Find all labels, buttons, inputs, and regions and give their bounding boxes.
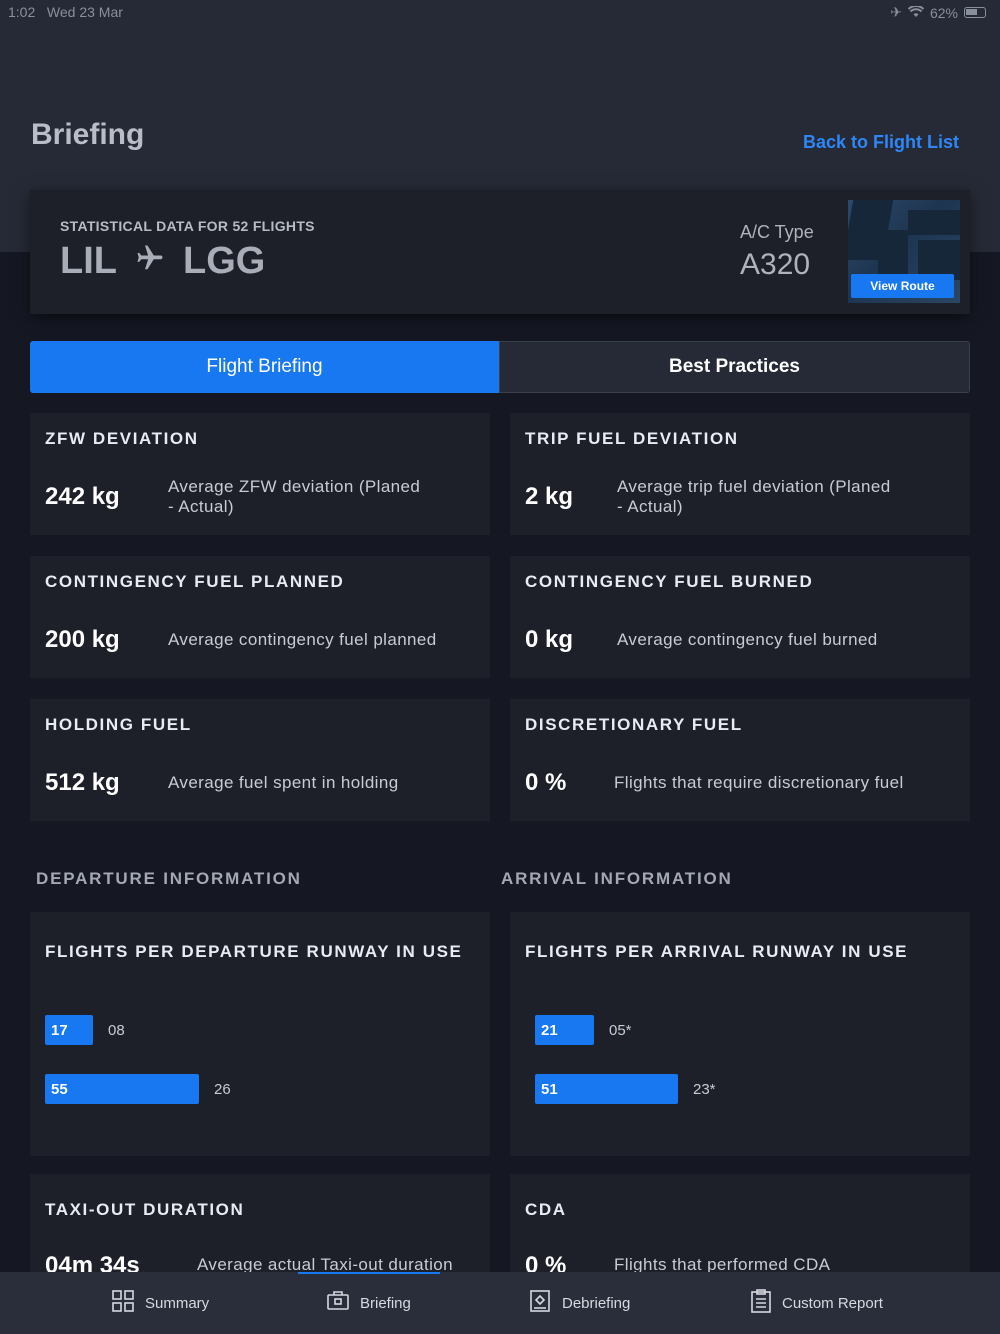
- airplane-mode-icon: ✈: [890, 4, 902, 20]
- card-title: DISCRETIONARY FUEL: [525, 715, 743, 734]
- trip-fuel-deviation-card: TRIP FUEL DEVIATION 2 kg Average trip fu…: [510, 413, 970, 535]
- runway-bar: 21: [535, 1015, 594, 1045]
- nav-custom-report[interactable]: Custom Report: [750, 1272, 883, 1334]
- status-bar: 1:02 Wed 23 Mar ✈ 62%: [0, 0, 1000, 26]
- clipboard-icon: [750, 1289, 772, 1317]
- wifi-icon: [907, 4, 925, 21]
- departure-runway-card: FLIGHTS PER DEPARTURE RUNWAY IN USE 17 0…: [30, 912, 490, 1156]
- tab-flight-briefing[interactable]: Flight Briefing: [30, 341, 499, 393]
- briefcase-icon: [326, 1290, 350, 1316]
- card-description: Average ZFW deviation (Planed - Actual): [168, 477, 421, 516]
- contingency-fuel-planned-card: CONTINGENCY FUEL PLANNED 200 kg Average …: [30, 556, 490, 678]
- discretionary-fuel-card: DISCRETIONARY FUEL 0 % Flights that requ…: [510, 699, 970, 821]
- origin-airport: LIL: [60, 240, 117, 282]
- card-value: 512 kg: [45, 769, 120, 796]
- departure-section-header: DEPARTURE INFORMATION: [36, 869, 302, 888]
- card-title: HOLDING FUEL: [45, 715, 192, 734]
- page-title: Briefing: [31, 118, 145, 151]
- card-description: Average contingency fuel planned: [168, 630, 437, 649]
- destination-airport: LGG: [182, 240, 266, 282]
- nav-debriefing[interactable]: Debriefing: [528, 1272, 630, 1334]
- back-to-flight-list-link[interactable]: Back to Flight List: [803, 132, 959, 153]
- statistical-data-label: STATISTICAL DATA FOR 52 FLIGHTS: [60, 218, 315, 234]
- grid-icon: [111, 1289, 135, 1317]
- card-title: FLIGHTS PER ARRIVAL RUNWAY IN USE: [525, 942, 909, 961]
- document-icon: [528, 1289, 552, 1317]
- ac-type-value: A320: [740, 248, 811, 281]
- briefing-tab-indicator: [298, 1272, 440, 1274]
- briefing-tabs: Flight Briefing Best Practices: [30, 341, 970, 393]
- card-value: 0 %: [525, 769, 567, 796]
- card-description: Average trip fuel deviation (Planed - Act…: [617, 477, 891, 516]
- nav-briefing[interactable]: Briefing: [326, 1272, 411, 1334]
- zfw-deviation-card: ZFW DEVIATION 242 kg Average ZFW deviati…: [30, 413, 490, 535]
- bottom-tab-bar: Summary Briefing Debriefing Custom Repor…: [0, 1272, 1000, 1334]
- battery-percentage: 62%: [929, 4, 958, 21]
- flight-summary-card: STATISTICAL DATA FOR 52 FLIGHTS LIL LGG …: [30, 190, 970, 314]
- card-title: ZFW DEVIATION: [45, 429, 199, 448]
- status-time: 1:02 Wed 23 Mar: [8, 4, 123, 20]
- runway-bar: 17: [45, 1015, 93, 1045]
- card-title: CONTINGENCY FUEL PLANNED: [45, 572, 345, 591]
- nav-summary[interactable]: Summary: [111, 1272, 209, 1334]
- nav-label: Summary: [145, 1294, 210, 1312]
- nav-label: Briefing: [360, 1294, 411, 1312]
- nav-label: Debriefing: [562, 1294, 631, 1312]
- arrival-section-header: ARRIVAL INFORMATION: [501, 869, 733, 888]
- runway-label: 08: [108, 1022, 125, 1039]
- airplane-icon: [135, 240, 165, 283]
- view-route-button[interactable]: View Route: [851, 274, 954, 298]
- contingency-fuel-burned-card: CONTINGENCY FUEL BURNED 0 kg Average con…: [510, 556, 970, 678]
- card-value: 2 kg: [525, 483, 574, 510]
- route: LIL LGG: [60, 240, 265, 283]
- runway-label: 23*: [693, 1081, 716, 1098]
- card-description: Flights that require discretionary fuel: [614, 773, 904, 792]
- route-map-thumbnail[interactable]: View Route: [848, 200, 960, 303]
- runway-label: 05*: [609, 1022, 632, 1039]
- status-indicators: ✈ 62%: [890, 4, 986, 21]
- card-title: TAXI-OUT DURATION: [45, 1200, 245, 1219]
- runway-bar: 55: [45, 1074, 199, 1104]
- runway-bar: 51: [535, 1074, 678, 1104]
- card-title: CDA: [525, 1200, 567, 1219]
- ac-type-label: A/C Type: [740, 222, 814, 242]
- card-value: 0 kg: [525, 626, 574, 653]
- holding-fuel-card: HOLDING FUEL 512 kg Average fuel spent i…: [30, 699, 490, 821]
- card-title: FLIGHTS PER DEPARTURE RUNWAY IN USE: [45, 942, 463, 961]
- runway-label: 26: [214, 1081, 231, 1098]
- arrival-runway-card: FLIGHTS PER ARRIVAL RUNWAY IN USE 21 05*…: [510, 912, 970, 1156]
- tab-best-practices[interactable]: Best Practices: [499, 341, 970, 393]
- card-description: Average contingency fuel burned: [617, 630, 878, 649]
- card-description: Average fuel spent in holding: [168, 773, 399, 792]
- battery-icon: [964, 7, 986, 18]
- card-title: CONTINGENCY FUEL BURNED: [525, 572, 814, 591]
- card-value: 200 kg: [45, 626, 120, 653]
- card-title: TRIP FUEL DEVIATION: [525, 429, 739, 448]
- card-value: 242 kg: [45, 483, 120, 510]
- nav-label: Custom Report: [782, 1294, 883, 1312]
